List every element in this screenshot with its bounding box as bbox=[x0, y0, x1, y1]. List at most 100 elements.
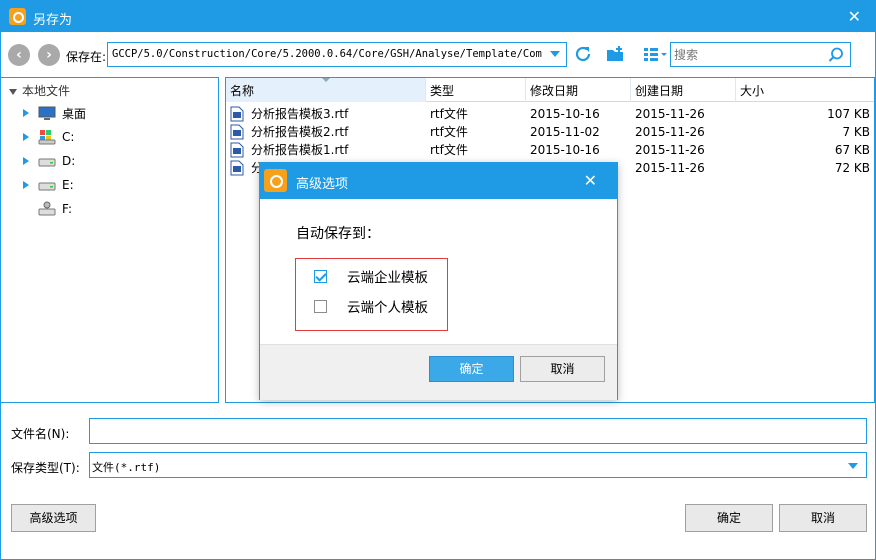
tree-item-label: F: bbox=[62, 202, 73, 216]
column-header-label: 类型 bbox=[430, 84, 455, 98]
advanced-options-button[interactable]: 高级选项 bbox=[11, 504, 96, 532]
path-label: 保存在: bbox=[66, 50, 107, 64]
close-icon[interactable]: ✕ bbox=[848, 7, 861, 26]
save-target-options: 云端企业模板 云端个人模板 bbox=[295, 258, 448, 331]
refresh-icon[interactable] bbox=[573, 44, 593, 64]
tree-item-label: C: bbox=[62, 130, 75, 144]
expand-caret-placeholder bbox=[23, 205, 29, 213]
expand-caret-icon[interactable] bbox=[23, 157, 29, 165]
app-logo-icon bbox=[9, 8, 26, 25]
tree-item-d-drive[interactable]: D: bbox=[23, 151, 75, 171]
filetype-value: 文件(*.rtf) bbox=[92, 461, 161, 474]
new-folder-icon[interactable] bbox=[605, 44, 625, 64]
desktop-icon bbox=[38, 106, 56, 120]
file-size: 67 KB bbox=[834, 143, 870, 157]
expand-caret-icon[interactable] bbox=[23, 109, 29, 117]
file-row[interactable]: 分析报告模板3.rtf rtf文件 2015-10-16 2015-11-26 … bbox=[226, 105, 874, 123]
forward-arrow-icon[interactable]: › bbox=[38, 44, 60, 66]
sort-arrow-icon bbox=[322, 78, 330, 82]
cancel-button[interactable]: 取消 bbox=[779, 504, 867, 532]
path-text: GCCP/5.0/Construction/Core/5.2000.0.64/C… bbox=[112, 48, 542, 60]
file-name: 分析报告模板1.rtf bbox=[251, 143, 349, 157]
ok-button[interactable]: 确定 bbox=[685, 504, 773, 532]
file-size: 107 KB bbox=[827, 107, 870, 121]
list-header: 名称 类型 修改日期 创建日期 大小 bbox=[226, 78, 874, 102]
tree-item-e-drive[interactable]: E: bbox=[23, 175, 74, 195]
option-enterprise-template[interactable]: 云端企业模板 bbox=[314, 266, 428, 286]
tree-item-f-drive[interactable]: F: bbox=[23, 199, 72, 219]
column-header-label: 修改日期 bbox=[530, 84, 579, 98]
file-type: rtf文件 bbox=[430, 107, 468, 121]
expand-caret-icon[interactable] bbox=[23, 181, 29, 189]
windows-drive-icon bbox=[38, 130, 56, 145]
tree-item-label: D: bbox=[62, 154, 76, 168]
modal-title: 高级选项 bbox=[296, 177, 349, 192]
modal-title-bar: 高级选项 ✕ bbox=[260, 163, 617, 199]
chevron-down-icon[interactable] bbox=[848, 463, 858, 469]
chevron-down-icon[interactable] bbox=[550, 51, 560, 57]
file-created: 2015-11-26 bbox=[635, 161, 705, 175]
tree-root-label: 本地文件 bbox=[22, 84, 71, 98]
file-created: 2015-11-26 bbox=[635, 125, 705, 139]
filename-label: 文件名(N): bbox=[11, 427, 70, 441]
filename-input[interactable] bbox=[89, 418, 867, 444]
file-modified: 2015-11-02 bbox=[530, 125, 600, 139]
checkbox-checked[interactable] bbox=[314, 269, 327, 283]
search-input[interactable] bbox=[674, 46, 824, 63]
path-combobox[interactable]: GCCP/5.0/Construction/Core/5.2000.0.64/C… bbox=[107, 42, 567, 67]
folder-tree: 本地文件 桌面 C: D: E: F: bbox=[1, 77, 219, 403]
file-row[interactable]: 分析报告模板2.rtf rtf文件 2015-11-02 2015-11-26 … bbox=[226, 123, 874, 141]
option-label: 云端企业模板 bbox=[347, 270, 428, 286]
column-header-type[interactable]: 类型 bbox=[426, 78, 526, 102]
file-modified: 2015-10-16 bbox=[530, 107, 600, 121]
tree-root[interactable]: 本地文件 bbox=[9, 82, 70, 99]
file-modified: 2015-10-16 bbox=[530, 143, 600, 157]
file-row[interactable]: 分析报告模板1.rtf rtf文件 2015-10-16 2015-11-26 … bbox=[226, 141, 874, 159]
rtf-file-icon bbox=[230, 106, 244, 122]
option-label: 云端个人模板 bbox=[347, 300, 428, 316]
removable-drive-icon bbox=[38, 201, 56, 216]
option-personal-template[interactable]: 云端个人模板 bbox=[314, 296, 428, 316]
tree-item-desktop[interactable]: 桌面 bbox=[23, 103, 86, 123]
column-header-label: 名称 bbox=[230, 84, 255, 98]
file-type: rtf文件 bbox=[430, 143, 468, 157]
column-header-size[interactable]: 大小 bbox=[736, 78, 874, 102]
filetype-select[interactable]: 文件(*.rtf) bbox=[89, 452, 867, 478]
column-header-modified[interactable]: 修改日期 bbox=[526, 78, 631, 102]
column-header-created[interactable]: 创建日期 bbox=[631, 78, 736, 102]
tree-item-label: E: bbox=[62, 178, 74, 192]
title-bar: 另存为 ✕ bbox=[1, 1, 875, 32]
back-arrow-icon[interactable]: ‹ bbox=[8, 44, 30, 66]
expand-caret-icon[interactable] bbox=[23, 133, 29, 141]
column-header-label: 创建日期 bbox=[635, 84, 684, 98]
file-size: 7 KB bbox=[842, 125, 870, 139]
modal-heading: 自动保存到： bbox=[296, 226, 380, 242]
rtf-file-icon bbox=[230, 124, 244, 140]
modal-ok-button[interactable]: 确定 bbox=[429, 356, 514, 382]
file-size: 72 KB bbox=[834, 161, 870, 175]
rtf-file-icon bbox=[230, 160, 244, 176]
drive-icon bbox=[38, 158, 56, 167]
save-as-dialog: 另存为 ✕ ‹ › 保存在: GCCP/5.0/Construction/Cor… bbox=[0, 0, 876, 560]
file-created: 2015-11-26 bbox=[635, 107, 705, 121]
file-type: rtf文件 bbox=[430, 125, 468, 139]
modal-cancel-button[interactable]: 取消 bbox=[520, 356, 605, 382]
view-options-icon[interactable] bbox=[642, 44, 668, 64]
filetype-label: 保存类型(T): bbox=[11, 461, 80, 475]
file-name: 分析报告模板3.rtf bbox=[251, 107, 349, 121]
column-header-name[interactable]: 名称 bbox=[226, 78, 426, 102]
tree-item-c-drive[interactable]: C: bbox=[23, 127, 74, 147]
file-name: 分析报告模板2.rtf bbox=[251, 125, 349, 139]
modal-footer: 确定 取消 bbox=[260, 344, 617, 400]
advanced-options-modal: 高级选项 ✕ 自动保存到： 云端企业模板 云端个人模板 确定 取消 bbox=[259, 162, 618, 400]
drive-icon bbox=[38, 182, 56, 191]
toolbar: ‹ › 保存在: GCCP/5.0/Construction/Core/5.20… bbox=[1, 32, 875, 76]
expand-arrow-icon[interactable] bbox=[9, 88, 17, 95]
search-box[interactable] bbox=[670, 42, 851, 67]
file-created: 2015-11-26 bbox=[635, 143, 705, 157]
app-logo-icon bbox=[264, 169, 287, 192]
rtf-file-icon bbox=[230, 142, 244, 158]
checkbox-unchecked[interactable] bbox=[314, 299, 327, 313]
close-icon[interactable]: ✕ bbox=[584, 171, 597, 190]
search-icon[interactable] bbox=[828, 47, 844, 63]
